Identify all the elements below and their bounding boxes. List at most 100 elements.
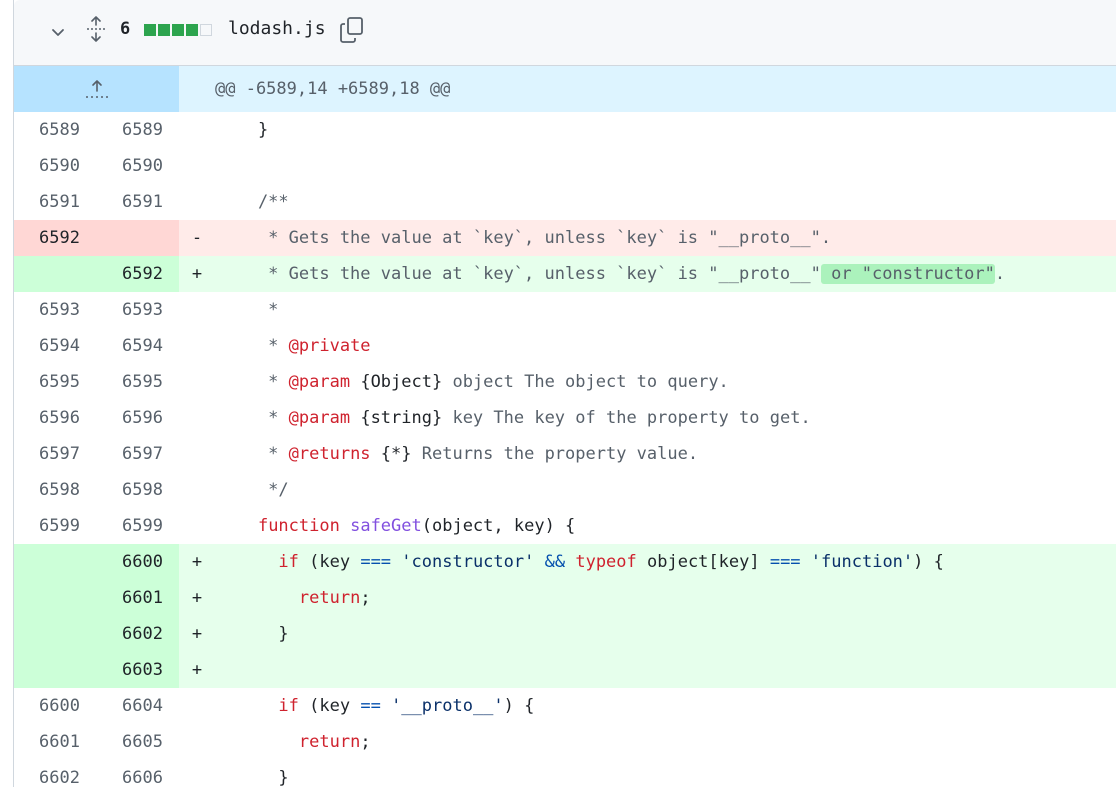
diff-marker bbox=[186, 292, 208, 328]
old-line-number[interactable] bbox=[14, 544, 96, 580]
diffstat-block bbox=[144, 24, 156, 36]
old-line-number[interactable] bbox=[14, 256, 96, 292]
diff-line-added: 6603 + bbox=[14, 652, 1116, 688]
diff-marker bbox=[186, 184, 208, 220]
old-line-number[interactable]: 6594 bbox=[14, 328, 96, 364]
old-line-number[interactable]: 6592 bbox=[14, 220, 96, 256]
diffstat-block bbox=[172, 24, 184, 36]
old-line-number[interactable]: 6593 bbox=[14, 292, 96, 328]
operator: == bbox=[360, 696, 381, 716]
code-token: (key bbox=[298, 696, 361, 716]
operator: === bbox=[360, 552, 392, 572]
diffstat-block bbox=[158, 24, 170, 36]
old-line-number[interactable]: 6600 bbox=[14, 688, 96, 724]
new-line-number[interactable] bbox=[96, 220, 179, 256]
diff-file: 6 lodash.js @@ -6589,14 +6589,18 @@ 6589… bbox=[13, 0, 1116, 787]
code-token: } bbox=[217, 768, 289, 787]
old-line-number[interactable] bbox=[14, 616, 96, 652]
diff-line-context: 6598 6598 */ bbox=[14, 472, 1116, 508]
unfold-icon[interactable] bbox=[84, 14, 108, 44]
diff-marker bbox=[186, 508, 208, 544]
new-line-number[interactable]: 6596 bbox=[96, 400, 179, 436]
hunk-range: @@ -6589,14 +6589,18 @@ bbox=[215, 79, 451, 99]
code-line: /** bbox=[208, 184, 289, 220]
diff-line-context: 6589 6589 } bbox=[14, 112, 1116, 148]
old-line-number[interactable]: 6602 bbox=[14, 760, 96, 787]
diff-marker bbox=[186, 364, 208, 400]
keyword: return bbox=[298, 732, 361, 752]
old-line-number[interactable]: 6590 bbox=[14, 148, 96, 184]
code-line: function safeGet(object, key) { bbox=[208, 508, 575, 544]
new-line-number[interactable]: 6604 bbox=[96, 688, 179, 724]
code-line: if (key === 'constructor' && typeof obje… bbox=[208, 544, 944, 580]
code-line: * @private bbox=[208, 328, 370, 364]
diff-line-context: 6602 6606 } bbox=[14, 760, 1116, 787]
new-line-number[interactable]: 6589 bbox=[96, 112, 179, 148]
new-line-number[interactable]: 6597 bbox=[96, 436, 179, 472]
old-line-number[interactable]: 6596 bbox=[14, 400, 96, 436]
code-line: * Gets the value at `key`, unless `key` … bbox=[208, 220, 831, 256]
added-highlight: or "constructor" bbox=[820, 264, 995, 284]
new-line-number[interactable]: 6603 bbox=[96, 652, 179, 688]
code-token: ) { bbox=[913, 552, 944, 572]
diff-marker: + bbox=[191, 660, 203, 680]
new-line-number[interactable]: 6591 bbox=[96, 184, 179, 220]
chevron-down-icon[interactable] bbox=[48, 22, 68, 42]
new-line-number[interactable]: 6594 bbox=[96, 328, 179, 364]
new-line-number[interactable]: 6606 bbox=[96, 760, 179, 787]
operator: && bbox=[544, 552, 566, 572]
code-token: } bbox=[217, 624, 289, 644]
new-line-number[interactable]: 6599 bbox=[96, 508, 179, 544]
code-line: } bbox=[208, 616, 289, 652]
old-line-number[interactable]: 6599 bbox=[14, 508, 96, 544]
expand-up-icon[interactable] bbox=[14, 66, 179, 112]
diffstat-block bbox=[200, 24, 212, 36]
code-comment: * bbox=[217, 408, 289, 428]
old-line-number[interactable]: 6595 bbox=[14, 364, 96, 400]
new-line-number[interactable]: 6595 bbox=[96, 364, 179, 400]
code-token: (key bbox=[298, 552, 361, 572]
new-line-number[interactable]: 6600 bbox=[96, 544, 179, 580]
copy-icon[interactable] bbox=[338, 15, 366, 45]
new-line-number[interactable]: 6602 bbox=[96, 616, 179, 652]
old-line-number[interactable]: 6597 bbox=[14, 436, 96, 472]
code-line: } bbox=[208, 112, 268, 148]
code-comment bbox=[350, 372, 360, 392]
old-line-number[interactable] bbox=[14, 652, 96, 688]
diff-line-context: 6593 6593 * bbox=[14, 292, 1116, 328]
diff-marker: + bbox=[191, 264, 203, 284]
diff-marker bbox=[186, 112, 208, 148]
new-line-number[interactable]: 6590 bbox=[96, 148, 179, 184]
new-line-number[interactable]: 6598 bbox=[96, 472, 179, 508]
code-line: * @param {Object} object The object to q… bbox=[208, 364, 729, 400]
new-line-number[interactable]: 6592 bbox=[96, 256, 179, 292]
function-name: safeGet bbox=[350, 516, 422, 536]
diff-marker bbox=[186, 400, 208, 436]
file-header: 6 lodash.js bbox=[14, 0, 1116, 66]
code-token: ) { bbox=[503, 696, 535, 716]
code-line: * @returns {*} Returns the property valu… bbox=[208, 436, 698, 472]
code-comment: /** bbox=[217, 192, 289, 212]
file-name[interactable]: lodash.js bbox=[228, 18, 326, 39]
new-line-number[interactable]: 6601 bbox=[96, 580, 179, 616]
hunk-header: @@ -6589,14 +6589,18 @@ bbox=[14, 66, 1116, 112]
diff-lines: 6589 6589 } 6590 6590 6591 6591 /** 6592- * Ge… bbox=[14, 112, 1116, 787]
new-line-number[interactable]: 6593 bbox=[96, 292, 179, 328]
old-line-number[interactable]: 6598 bbox=[14, 472, 96, 508]
code-comment bbox=[350, 408, 360, 428]
code-line: * @param {string} key The key of the pro… bbox=[208, 400, 811, 436]
new-line-number[interactable]: 6605 bbox=[96, 724, 179, 760]
old-line-number[interactable] bbox=[14, 580, 96, 616]
diff-line-context: 6601 6605 return; bbox=[14, 724, 1116, 760]
diff-marker bbox=[186, 328, 208, 364]
old-line-number[interactable]: 6589 bbox=[14, 112, 96, 148]
diff-line-added: 6600 + if (key === 'constructor' && typeo… bbox=[14, 544, 1116, 580]
code-comment: * bbox=[217, 300, 279, 320]
doc-tag: @returns bbox=[288, 444, 371, 464]
old-line-number[interactable]: 6591 bbox=[14, 184, 96, 220]
code-comment: */ bbox=[217, 480, 289, 500]
code-token: ; bbox=[360, 588, 371, 608]
old-line-number[interactable]: 6601 bbox=[14, 724, 96, 760]
